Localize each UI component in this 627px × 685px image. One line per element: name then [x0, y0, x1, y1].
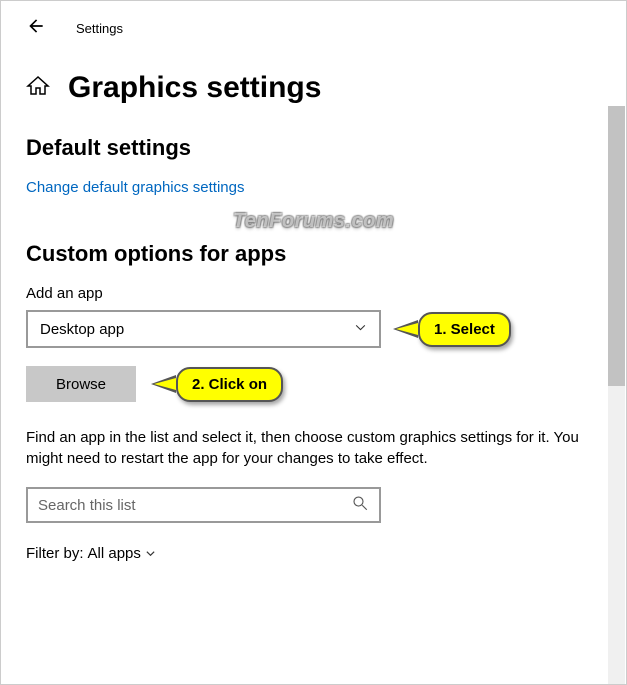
browse-button[interactable]: Browse — [26, 366, 136, 402]
callout-select: 1. Select — [418, 312, 511, 347]
chevron-down-icon — [354, 321, 367, 338]
dropdown-value: Desktop app — [40, 321, 124, 338]
search-icon — [351, 494, 369, 517]
callout-pointer — [393, 320, 418, 338]
chevron-down-icon — [145, 548, 156, 559]
filter-dropdown[interactable]: All apps — [88, 545, 156, 562]
custom-options-heading: Custom options for apps — [26, 241, 601, 267]
callout-pointer — [151, 375, 176, 393]
home-icon — [26, 74, 50, 103]
search-box[interactable] — [26, 487, 381, 523]
add-app-label: Add an app — [26, 285, 601, 302]
search-input[interactable] — [38, 497, 351, 514]
app-type-dropdown[interactable]: Desktop app — [26, 310, 381, 348]
filter-value: All apps — [88, 545, 141, 562]
page-title: Graphics settings — [68, 71, 321, 105]
filter-label: Filter by: — [26, 545, 84, 562]
default-settings-heading: Default settings — [26, 135, 601, 161]
watermark: TenForums.com — [26, 210, 601, 233]
callout-click: 2. Click on — [176, 367, 283, 402]
scrollbar-thumb[interactable] — [608, 106, 625, 386]
back-button[interactable] — [26, 16, 46, 41]
window-title: Settings — [76, 21, 123, 36]
change-default-link[interactable]: Change default graphics settings — [26, 179, 601, 196]
info-text: Find an app in the list and select it, t… — [26, 427, 581, 469]
